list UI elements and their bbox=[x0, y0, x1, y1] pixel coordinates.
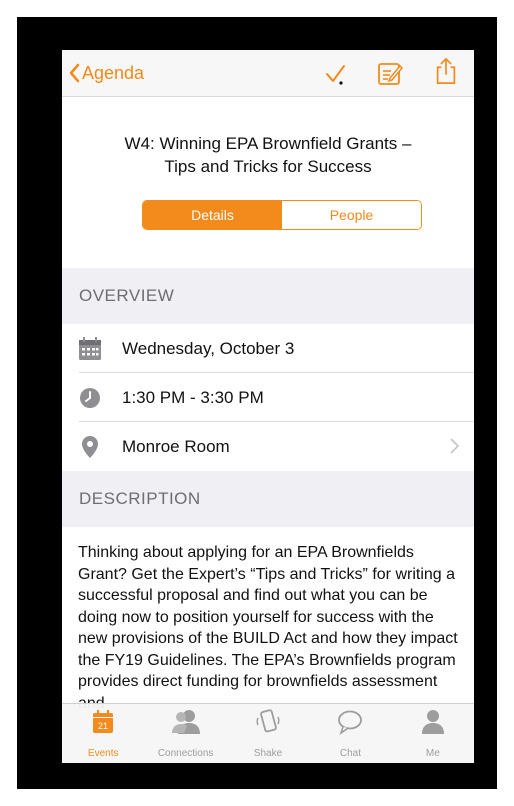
date-row: Wednesday, October 3 bbox=[62, 324, 474, 373]
details-people-segmented-control: Details People bbox=[142, 200, 422, 230]
calendar-day-number: 21 bbox=[98, 721, 108, 731]
navigation-bar: Agenda bbox=[62, 50, 474, 97]
overview-section-header: OVERVIEW bbox=[62, 268, 474, 324]
chevron-left-icon bbox=[69, 63, 80, 83]
segment-details[interactable]: Details bbox=[143, 201, 282, 229]
tab-events-label: Events bbox=[87, 748, 119, 759]
tab-connections[interactable]: Connections bbox=[144, 704, 226, 763]
person-icon bbox=[421, 710, 444, 734]
app-screen: Agenda W4: Winning EPA Brownfield Grants… bbox=[62, 50, 474, 763]
segment-people[interactable]: People bbox=[282, 201, 421, 229]
clock-icon bbox=[80, 388, 100, 408]
map-pin-icon bbox=[82, 436, 98, 458]
calendar-icon bbox=[79, 337, 101, 360]
tab-chat-label: Chat bbox=[339, 748, 361, 759]
tab-shake[interactable]: Shake bbox=[227, 704, 309, 763]
session-location: Monroe Room bbox=[122, 436, 230, 456]
chevron-right-icon bbox=[450, 438, 459, 454]
overview-header-label: OVERVIEW bbox=[79, 286, 175, 305]
note-edit-icon[interactable] bbox=[376, 60, 404, 88]
tab-me[interactable]: Me bbox=[392, 704, 474, 763]
tab-me-label: Me bbox=[425, 748, 440, 759]
session-title: W4: Winning EPA Brownfield Grants – Tips… bbox=[62, 132, 474, 178]
back-button[interactable]: Agenda bbox=[68, 60, 144, 86]
tab-events[interactable]: 21 Events bbox=[62, 704, 144, 763]
tab-connections-label: Connections bbox=[157, 748, 214, 759]
session-title-line1: W4: Winning EPA Brownfield Grants – bbox=[124, 134, 412, 153]
session-date: Wednesday, October 3 bbox=[122, 338, 295, 358]
description-section-header: DESCRIPTION bbox=[62, 471, 474, 527]
back-button-label: Agenda bbox=[82, 62, 145, 83]
description-header-label: DESCRIPTION bbox=[79, 489, 201, 508]
people-icon bbox=[171, 710, 200, 734]
session-time: 1:30 PM - 3:30 PM bbox=[122, 387, 264, 407]
tab-chat[interactable]: Chat bbox=[309, 704, 391, 763]
calendar-icon: 21 bbox=[93, 710, 114, 733]
location-row[interactable]: Monroe Room bbox=[62, 422, 474, 471]
tab-shake-label: Shake bbox=[253, 748, 283, 759]
time-row: 1:30 PM - 3:30 PM bbox=[62, 373, 474, 422]
session-description: Thinking about applying for an EPA Brown… bbox=[78, 544, 458, 712]
share-icon[interactable] bbox=[432, 57, 460, 85]
shake-icon bbox=[256, 709, 280, 733]
checkin-checkmark-icon[interactable] bbox=[322, 60, 350, 88]
chat-icon bbox=[338, 710, 363, 736]
tab-bar: 21 Events Connections Shake Chat Me bbox=[62, 703, 474, 763]
session-title-line2: Tips and Tricks for Success bbox=[164, 157, 372, 176]
